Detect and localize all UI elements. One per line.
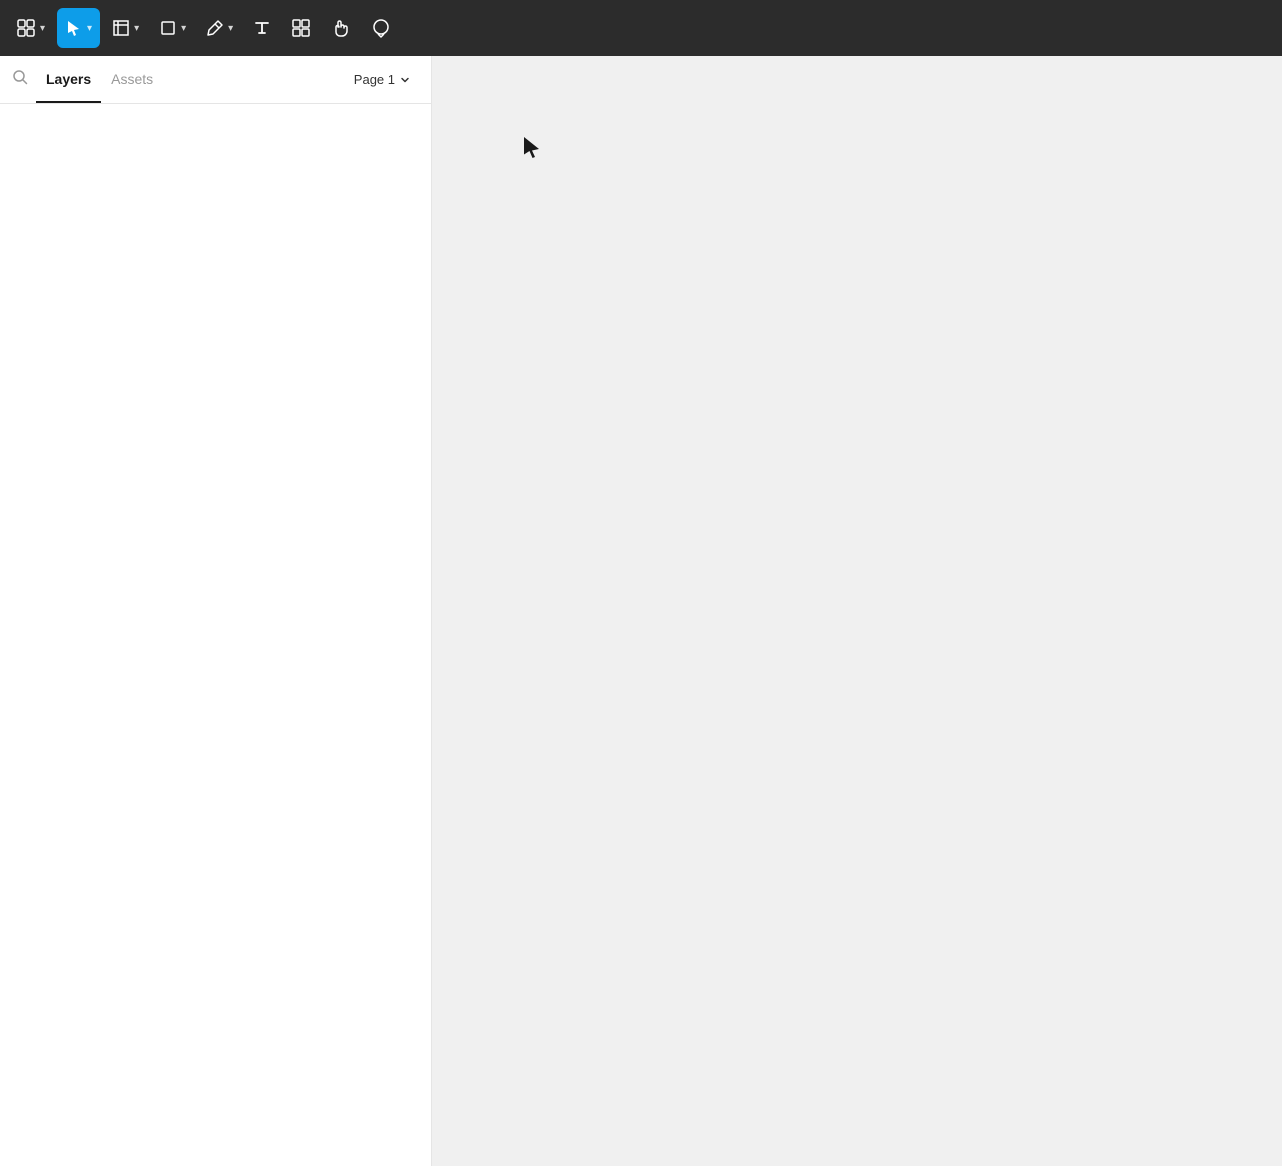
page-label: Page 1 [354,72,395,87]
shape-chevron: ▾ [181,23,186,34]
canvas[interactable] [432,56,1282,1166]
tab-layers[interactable]: Layers [36,56,101,103]
sidebar-header: Layers Assets Page 1 [0,56,431,104]
search-icon[interactable] [12,69,28,90]
tab-assets[interactable]: Assets [101,56,163,103]
pen-tool-button[interactable]: ▾ [198,8,241,48]
toolbar: ▾ ▾ ▾ ▾ ▾ [0,0,1282,56]
components-tool-button[interactable] [283,8,319,48]
sidebar: Layers Assets Page 1 [0,56,432,1166]
logo-button[interactable]: ▾ [8,8,53,48]
page-chevron-icon [399,74,411,86]
select-tool-button[interactable]: ▾ [57,8,100,48]
frame-tool-button[interactable]: ▾ [104,8,147,48]
hand-tool-button[interactable] [323,8,359,48]
layers-panel [0,104,431,1166]
shape-tool-button[interactable]: ▾ [151,8,194,48]
main-area: Layers Assets Page 1 [0,56,1282,1166]
comment-tool-button[interactable] [363,8,399,48]
cursor-indicator [522,136,542,160]
page-selector[interactable]: Page 1 [346,68,419,91]
text-tool-button[interactable] [245,8,279,48]
frame-chevron: ▾ [134,23,139,34]
logo-chevron: ▾ [40,23,45,34]
select-chevron: ▾ [87,23,92,34]
pen-chevron: ▾ [228,23,233,34]
